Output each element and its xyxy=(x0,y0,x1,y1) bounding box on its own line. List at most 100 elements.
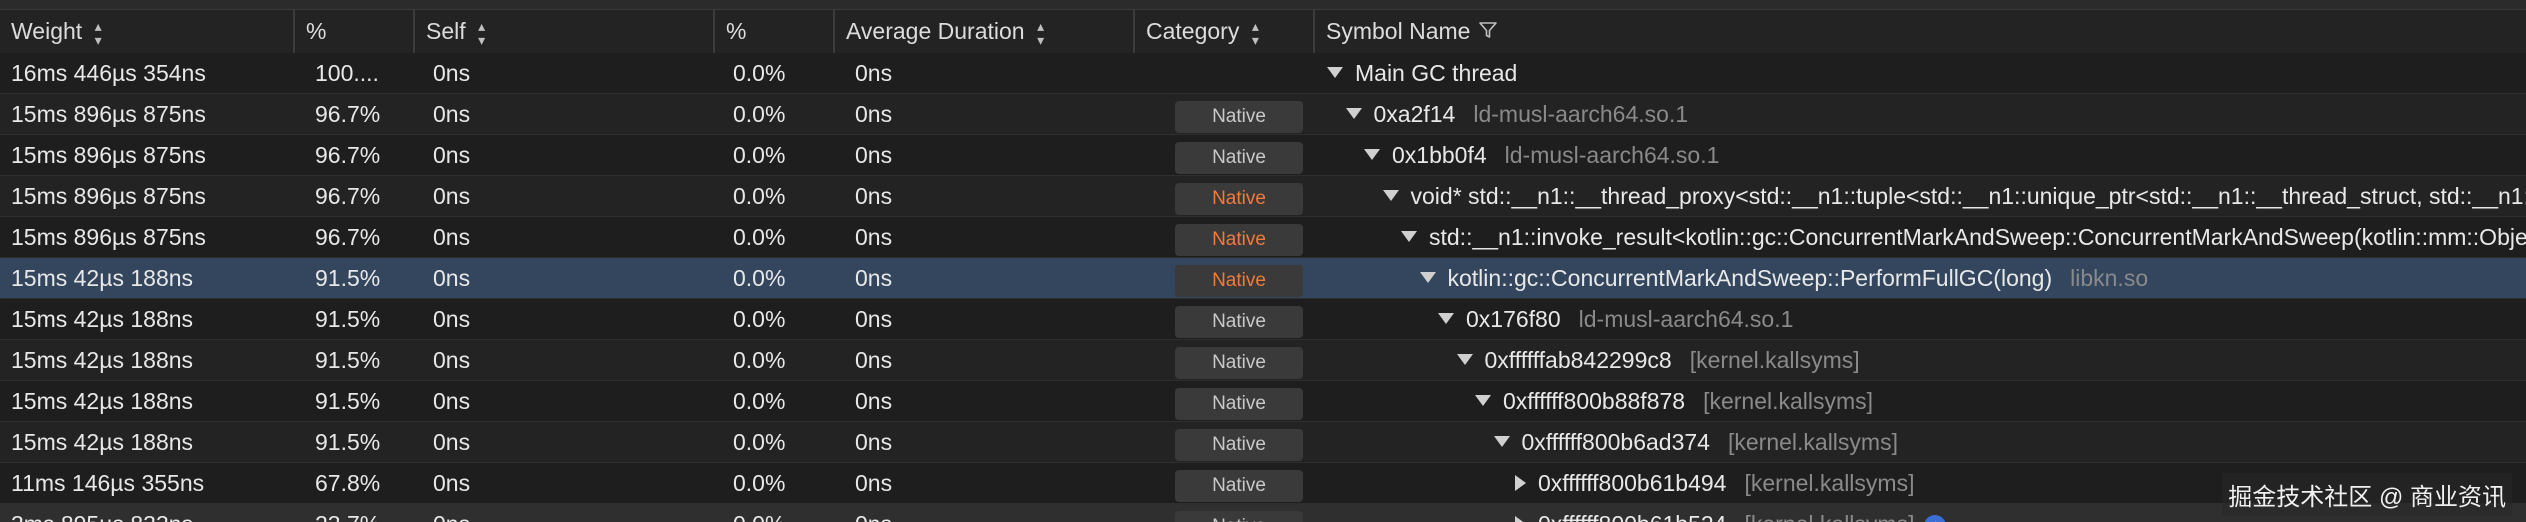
watermark: 掘金技术社区 @ 商业资讯 xyxy=(2222,473,2512,516)
weight-cell: 11ms 146µs 355ns xyxy=(11,470,205,496)
weight-percent-cell: 91.5% xyxy=(315,265,381,291)
average-duration-cell: 0ns xyxy=(855,142,893,168)
column-header-average-duration[interactable]: Average Duration ▴ ▾ xyxy=(835,10,1135,53)
funnel-filter-icon[interactable] xyxy=(1478,11,1498,54)
category-badge: Native xyxy=(1175,429,1303,461)
library-name: [kernel.kallsyms] xyxy=(1703,388,1874,414)
disclosure-down-icon[interactable] xyxy=(1493,436,1510,448)
weight-cell: 3ms 895µs 833ns xyxy=(0,504,295,522)
call-tree-table: 16ms 446µs 354ns 100.... 0ns 0.0% 0ns Main GC… xyxy=(0,53,2526,522)
weight-percent-cell: 23.7% xyxy=(295,504,415,522)
column-header-weight[interactable]: Weight ▴ ▾ xyxy=(0,10,295,53)
disclosure-down-icon[interactable] xyxy=(1401,231,1417,243)
table-row[interactable]: 15ms 896µs 875ns 96.7% 0ns 0.0% 0ns Native 0x1… xyxy=(0,135,2526,176)
disclosure-down-icon[interactable] xyxy=(1364,149,1380,161)
disclosure-down-icon[interactable] xyxy=(1419,272,1436,284)
table-row[interactable]: 15ms 42µs 188ns 91.5% 0ns 0.0% 0ns Native 0xff… xyxy=(0,340,2526,381)
average-duration-cell: 0ns xyxy=(855,101,893,127)
average-duration-cell: 0ns xyxy=(855,347,893,373)
category-badge: Native xyxy=(1175,388,1303,420)
category-badge: Native xyxy=(1175,306,1303,338)
category-cell: Native xyxy=(1135,381,1315,421)
symbol-name: 0x1bb0f4 xyxy=(1392,142,1487,168)
weight-cell: 15ms 896µs 875ns xyxy=(11,101,206,127)
symbol-name: 0xa2f14 xyxy=(1373,101,1456,127)
symbol-name: Main GC thread xyxy=(1355,60,1518,86)
disclosure-right-icon[interactable] xyxy=(1515,474,1526,491)
category-badge: Native xyxy=(1175,265,1303,297)
symbol-name-cell: 0xa2f14 ld-musl-aarch64.so.1 xyxy=(1315,94,2526,134)
column-header-self[interactable]: Self ▴ ▾ xyxy=(415,10,715,53)
symbol-name: std::__n1::invoke_result<kotlin::gc::Con… xyxy=(1429,224,2526,250)
self-cell: 0ns xyxy=(415,504,715,522)
table-row[interactable]: 15ms 896µs 875ns 96.7% 0ns 0.0% 0ns Native voi… xyxy=(0,176,2526,217)
self-percent-cell: 0.0% xyxy=(733,429,786,455)
column-header-self-percent[interactable]: % xyxy=(715,10,835,53)
column-header-weight-percent[interactable]: % xyxy=(295,10,415,53)
category-badge: Native xyxy=(1175,511,1303,522)
average-duration-cell: 0ns xyxy=(855,183,893,209)
weight-cell: 15ms 42µs 188ns xyxy=(11,347,194,373)
average-duration-cell: 0ns xyxy=(855,224,893,250)
sort-updown-icon[interactable]: ▴ ▾ xyxy=(476,19,488,47)
symbol-name-cell: 0xffffff800b88f878 [kernel.kallsyms] xyxy=(1315,381,2526,421)
disclosure-down-icon[interactable] xyxy=(1327,67,1343,79)
weight-percent-cell: 96.7% xyxy=(315,224,381,250)
library-name: ld-musl-aarch64.so.1 xyxy=(1473,101,1689,127)
disclosure-right-icon[interactable] xyxy=(1515,515,1526,522)
table-row[interactable]: 15ms 896µs 875ns 96.7% 0ns 0.0% 0ns Native std… xyxy=(0,217,2526,258)
table-row[interactable]: 15ms 42µs 188ns 91.5% 0ns 0.0% 0ns Native kotl… xyxy=(0,258,2526,299)
column-header-symbol-name[interactable]: Symbol Name xyxy=(1315,10,2526,53)
table-row[interactable]: 15ms 896µs 875ns 96.7% 0ns 0.0% 0ns Native 0xa… xyxy=(0,94,2526,135)
self-percent-cell: 0.0% xyxy=(733,470,786,496)
table-row[interactable]: 3ms 895µs 833ns23.7%0ns0.0%0nsNative0xff… xyxy=(0,504,2526,522)
average-duration-cell: 0ns xyxy=(835,504,1135,522)
sort-updown-icon[interactable]: ▴ ▾ xyxy=(92,19,104,47)
symbol-name-cell: void* std::__n1::__thread_proxy<std::__n… xyxy=(1315,176,2526,216)
category-cell: Native xyxy=(1135,176,1315,216)
symbol-name: 0xffffff800b88f878 xyxy=(1503,388,1686,414)
self-percent-cell: 0.0% xyxy=(733,60,786,86)
disclosure-down-icon[interactable] xyxy=(1345,108,1362,120)
symbol-name: 0xffffff800b61b524 xyxy=(1538,511,1726,522)
self-cell: 0ns xyxy=(433,429,471,455)
category-cell xyxy=(1135,53,1315,93)
disclosure-down-icon[interactable] xyxy=(1475,395,1491,407)
weight-percent-cell: 91.5% xyxy=(315,306,381,332)
weight-percent-cell: 96.7% xyxy=(315,142,381,168)
weight-percent-cell: 67.8% xyxy=(315,470,381,496)
column-header-label: Self xyxy=(426,18,466,44)
self-percent-cell: 0.0% xyxy=(715,504,835,522)
weight-cell: 15ms 896µs 875ns xyxy=(11,224,206,250)
self-percent-cell: 0.0% xyxy=(733,183,786,209)
column-header-label: % xyxy=(306,18,327,44)
info-arrow-icon[interactable]: ↑ xyxy=(1924,514,1947,522)
self-cell: 0ns xyxy=(433,224,471,250)
sort-updown-icon[interactable]: ▴ ▾ xyxy=(1249,19,1261,47)
category-cell: Native xyxy=(1135,422,1315,462)
disclosure-down-icon[interactable] xyxy=(1438,313,1454,325)
category-badge: Native xyxy=(1175,224,1303,256)
table-row[interactable]: 15ms 42µs 188ns 91.5% 0ns 0.0% 0ns Native 0x17… xyxy=(0,299,2526,340)
symbol-name-cell: 0x176f80 ld-musl-aarch64.so.1 xyxy=(1315,299,2526,339)
disclosure-down-icon[interactable] xyxy=(1456,354,1473,366)
table-row[interactable]: 16ms 446µs 354ns 100.... 0ns 0.0% 0ns Main GC… xyxy=(0,53,2526,94)
column-header-category[interactable]: Category ▴ ▾ xyxy=(1135,10,1315,53)
weight-percent-cell: 91.5% xyxy=(315,347,381,373)
symbol-name-cell: 0xffffffab842299c8 [kernel.kallsyms] xyxy=(1315,340,2526,380)
table-row[interactable]: 11ms 146µs 355ns 67.8% 0ns 0.0% 0ns Native 0xf… xyxy=(0,463,2526,504)
self-percent-cell: 0.0% xyxy=(733,224,786,250)
column-header-label: Weight xyxy=(11,18,83,44)
symbol-name-cell: 0xffffff800b6ad374 [kernel.kallsyms] xyxy=(1315,422,2526,462)
average-duration-cell: 0ns xyxy=(855,60,893,86)
disclosure-down-icon[interactable] xyxy=(1382,190,1399,202)
weight-cell: 15ms 42µs 188ns xyxy=(11,388,194,414)
table-row[interactable]: 15ms 42µs 188ns 91.5% 0ns 0.0% 0ns Native 0xff… xyxy=(0,422,2526,463)
self-cell: 0ns xyxy=(433,265,471,291)
sort-updown-icon[interactable]: ▴ ▾ xyxy=(1035,19,1047,47)
table-header: Weight ▴ ▾ % Self ▴ ▾ % Average Duration ▴ ▾ C… xyxy=(0,10,2526,54)
library-name: ld-musl-aarch64.so.1 xyxy=(1578,306,1794,332)
library-name: [kernel.kallsyms] xyxy=(1744,511,1914,522)
column-header-label: % xyxy=(726,18,747,44)
table-row[interactable]: 15ms 42µs 188ns 91.5% 0ns 0.0% 0ns Native 0xff… xyxy=(0,381,2526,422)
